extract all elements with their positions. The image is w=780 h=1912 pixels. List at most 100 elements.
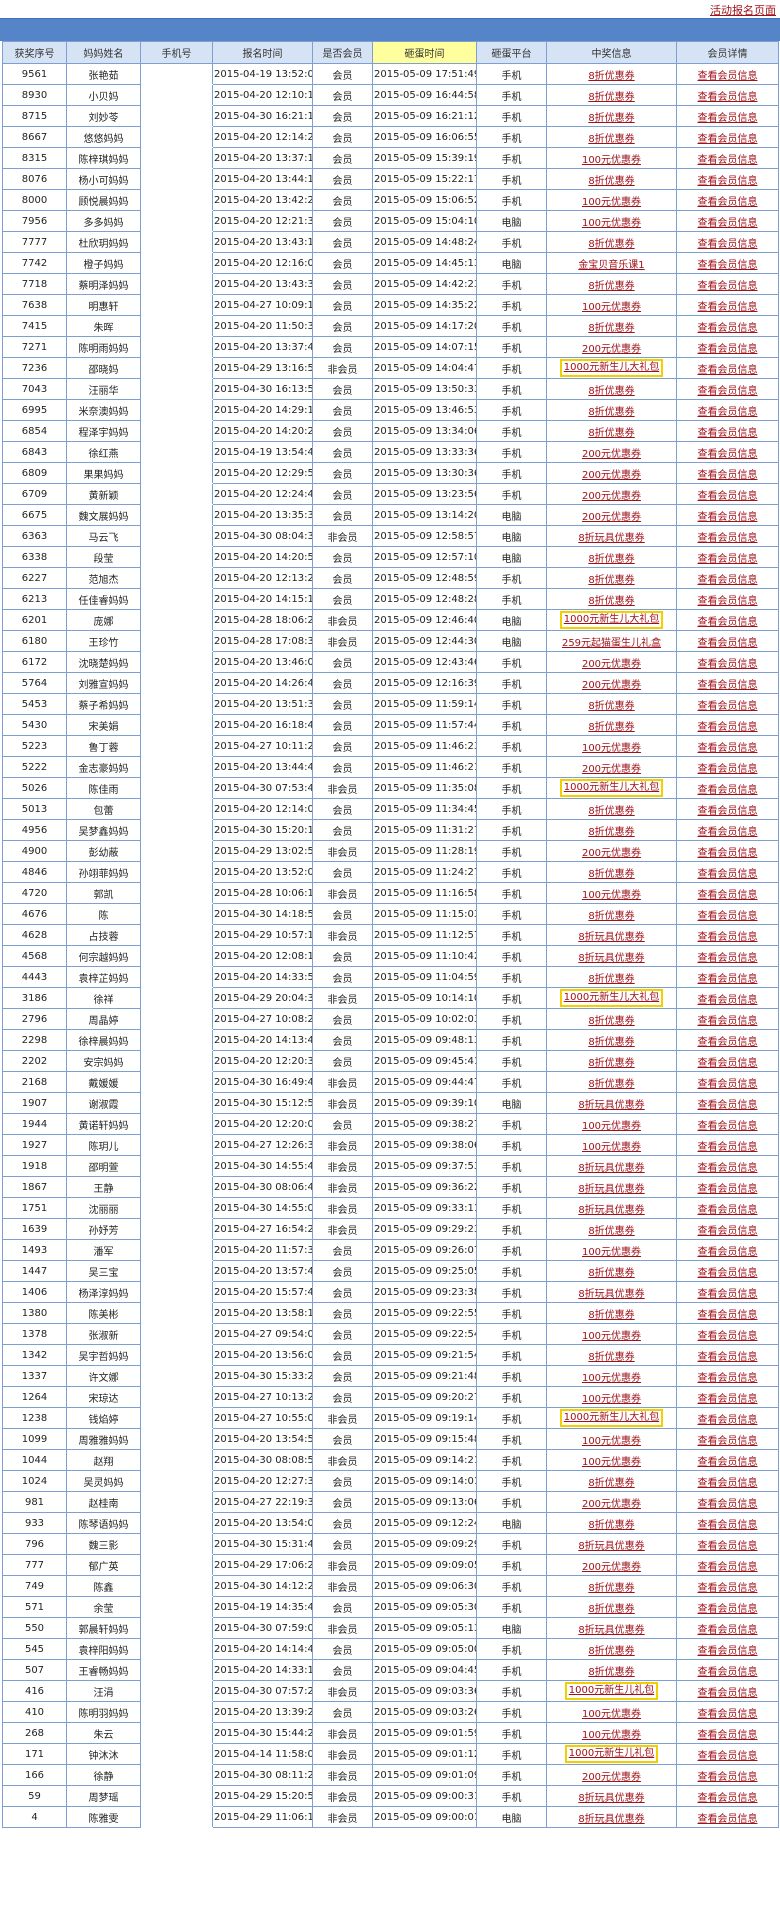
view-member-link[interactable]: 查看会员信息 bbox=[698, 323, 758, 334]
prize-link[interactable]: 8折优惠券 bbox=[588, 113, 634, 124]
prize-link[interactable]: 100元优惠券 bbox=[582, 743, 641, 754]
view-member-link[interactable]: 查看会员信息 bbox=[698, 1331, 758, 1342]
prize-link[interactable]: 8折玩具优惠券 bbox=[578, 1625, 644, 1636]
prize-link[interactable]: 100元优惠券 bbox=[582, 155, 641, 166]
view-member-link[interactable]: 查看会员信息 bbox=[698, 512, 758, 523]
prize-link[interactable]: 200元优惠券 bbox=[582, 491, 641, 502]
view-member-link[interactable]: 查看会员信息 bbox=[698, 575, 758, 586]
prize-link[interactable]: 100元优惠券 bbox=[582, 1331, 641, 1342]
prize-link[interactable]: 金宝贝音乐课1 bbox=[578, 260, 644, 271]
view-member-link[interactable]: 查看会员信息 bbox=[698, 806, 758, 817]
view-member-link[interactable]: 查看会员信息 bbox=[698, 743, 758, 754]
prize-link[interactable]: 100元优惠券 bbox=[582, 1121, 641, 1132]
prize-link[interactable]: 200元优惠券 bbox=[582, 1772, 641, 1783]
prize-link[interactable]: 8折优惠券 bbox=[588, 1310, 634, 1321]
prize-link[interactable]: 8折优惠券 bbox=[588, 428, 634, 439]
view-member-link[interactable]: 查看会员信息 bbox=[698, 869, 758, 880]
view-member-link[interactable]: 查看会员信息 bbox=[698, 239, 758, 250]
prize-link[interactable]: 8折玩具优惠券 bbox=[578, 1163, 644, 1174]
prize-link[interactable]: 8折玩具优惠券 bbox=[578, 1289, 644, 1300]
view-member-link[interactable]: 查看会员信息 bbox=[698, 470, 758, 481]
prize-link[interactable]: 8折优惠券 bbox=[588, 1646, 634, 1657]
view-member-link[interactable]: 查看会员信息 bbox=[698, 92, 758, 103]
prize-link[interactable]: 8折优惠券 bbox=[588, 71, 634, 82]
prize-link[interactable]: 259元起猫蛋生儿礼盒 bbox=[562, 638, 661, 649]
view-member-link[interactable]: 查看会员信息 bbox=[698, 680, 758, 691]
prize-link[interactable]: 1000元新生儿大礼包 bbox=[559, 779, 664, 797]
prize-link[interactable]: 8折优惠券 bbox=[588, 1058, 634, 1069]
view-member-link[interactable]: 查看会员信息 bbox=[698, 1646, 758, 1657]
view-member-link[interactable]: 查看会员信息 bbox=[698, 1415, 758, 1426]
prize-link[interactable]: 8折优惠券 bbox=[588, 1604, 634, 1615]
prize-link[interactable]: 8折优惠券 bbox=[588, 386, 634, 397]
prize-link[interactable]: 8折优惠券 bbox=[588, 806, 634, 817]
prize-link[interactable]: 200元优惠券 bbox=[582, 1562, 641, 1573]
view-member-link[interactable]: 查看会员信息 bbox=[698, 932, 758, 943]
view-member-link[interactable]: 查看会员信息 bbox=[698, 827, 758, 838]
view-member-link[interactable]: 查看会员信息 bbox=[698, 1226, 758, 1237]
prize-link[interactable]: 200元优惠券 bbox=[582, 764, 641, 775]
view-member-link[interactable]: 查看会员信息 bbox=[698, 659, 758, 670]
view-member-link[interactable]: 查看会员信息 bbox=[698, 1121, 758, 1132]
prize-link[interactable]: 100元优惠券 bbox=[582, 1709, 641, 1720]
view-member-link[interactable]: 查看会员信息 bbox=[698, 386, 758, 397]
view-member-link[interactable]: 查看会员信息 bbox=[698, 155, 758, 166]
prize-link[interactable]: 1000元新生儿礼包 bbox=[564, 1682, 659, 1700]
view-member-link[interactable]: 查看会员信息 bbox=[698, 764, 758, 775]
view-member-link[interactable]: 查看会员信息 bbox=[698, 1772, 758, 1783]
view-member-link[interactable]: 查看会员信息 bbox=[698, 848, 758, 859]
prize-link[interactable]: 8折优惠券 bbox=[588, 239, 634, 250]
view-member-link[interactable]: 查看会员信息 bbox=[698, 1373, 758, 1384]
prize-link[interactable]: 8折优惠券 bbox=[588, 281, 634, 292]
prize-link[interactable]: 8折玩具优惠券 bbox=[578, 1541, 644, 1552]
view-member-link[interactable]: 查看会员信息 bbox=[698, 1541, 758, 1552]
view-member-link[interactable]: 查看会员信息 bbox=[698, 1247, 758, 1258]
prize-link[interactable]: 100元优惠券 bbox=[582, 1394, 641, 1405]
prize-link[interactable]: 1000元新生儿大礼包 bbox=[559, 611, 664, 629]
view-member-link[interactable]: 查看会员信息 bbox=[698, 890, 758, 901]
view-member-link[interactable]: 查看会员信息 bbox=[698, 1016, 758, 1027]
view-member-link[interactable]: 查看会员信息 bbox=[698, 1289, 758, 1300]
prize-link[interactable]: 8折玩具优惠券 bbox=[578, 533, 644, 544]
prize-link[interactable]: 200元优惠券 bbox=[582, 512, 641, 523]
view-member-link[interactable]: 查看会员信息 bbox=[698, 1352, 758, 1363]
view-member-link[interactable]: 查看会员信息 bbox=[698, 1436, 758, 1447]
view-member-link[interactable]: 查看会员信息 bbox=[698, 1310, 758, 1321]
prize-link[interactable]: 8折优惠券 bbox=[588, 323, 634, 334]
prize-link[interactable]: 8折优惠券 bbox=[588, 701, 634, 712]
view-member-link[interactable]: 查看会员信息 bbox=[698, 1520, 758, 1531]
view-member-link[interactable]: 查看会员信息 bbox=[698, 554, 758, 565]
view-member-link[interactable]: 查看会员信息 bbox=[698, 113, 758, 124]
view-member-link[interactable]: 查看会员信息 bbox=[698, 1457, 758, 1468]
view-member-link[interactable]: 查看会员信息 bbox=[698, 1499, 758, 1510]
view-member-link[interactable]: 查看会员信息 bbox=[698, 407, 758, 418]
prize-link[interactable]: 8折优惠券 bbox=[588, 1583, 634, 1594]
prize-link[interactable]: 200元优惠券 bbox=[582, 659, 641, 670]
prize-link[interactable]: 1000元新生儿大礼包 bbox=[559, 989, 664, 1007]
prize-link[interactable]: 8折玩具优惠券 bbox=[578, 1184, 644, 1195]
view-member-link[interactable]: 查看会员信息 bbox=[698, 533, 758, 544]
prize-link[interactable]: 100元优惠券 bbox=[582, 1457, 641, 1468]
prize-link[interactable]: 100元优惠券 bbox=[582, 197, 641, 208]
view-member-link[interactable]: 查看会员信息 bbox=[698, 281, 758, 292]
prize-link[interactable]: 8折优惠券 bbox=[588, 1478, 634, 1489]
view-member-link[interactable]: 查看会员信息 bbox=[698, 71, 758, 82]
prize-link[interactable]: 1000元新生儿大礼包 bbox=[559, 1409, 664, 1427]
view-member-link[interactable]: 查看会员信息 bbox=[698, 1184, 758, 1195]
view-member-link[interactable]: 查看会员信息 bbox=[698, 1268, 758, 1279]
view-member-link[interactable]: 查看会员信息 bbox=[698, 428, 758, 439]
prize-link[interactable]: 100元优惠券 bbox=[582, 218, 641, 229]
prize-link[interactable]: 8折优惠券 bbox=[588, 92, 634, 103]
view-member-link[interactable]: 查看会员信息 bbox=[698, 1079, 758, 1090]
prize-link[interactable]: 8折玩具优惠券 bbox=[578, 1205, 644, 1216]
view-member-link[interactable]: 查看会员信息 bbox=[698, 617, 758, 628]
view-member-link[interactable]: 查看会员信息 bbox=[698, 1142, 758, 1153]
prize-link[interactable]: 1000元新生儿礼包 bbox=[564, 1745, 659, 1763]
prize-link[interactable]: 8折优惠券 bbox=[588, 1079, 634, 1090]
prize-link[interactable]: 200元优惠券 bbox=[582, 344, 641, 355]
activity-signup-link[interactable]: 活动报名页面 bbox=[710, 2, 776, 18]
prize-link[interactable]: 8折优惠券 bbox=[588, 869, 634, 880]
view-member-link[interactable]: 查看会员信息 bbox=[698, 1037, 758, 1048]
view-member-link[interactable]: 查看会员信息 bbox=[698, 365, 758, 376]
prize-link[interactable]: 8折优惠券 bbox=[588, 1667, 634, 1678]
